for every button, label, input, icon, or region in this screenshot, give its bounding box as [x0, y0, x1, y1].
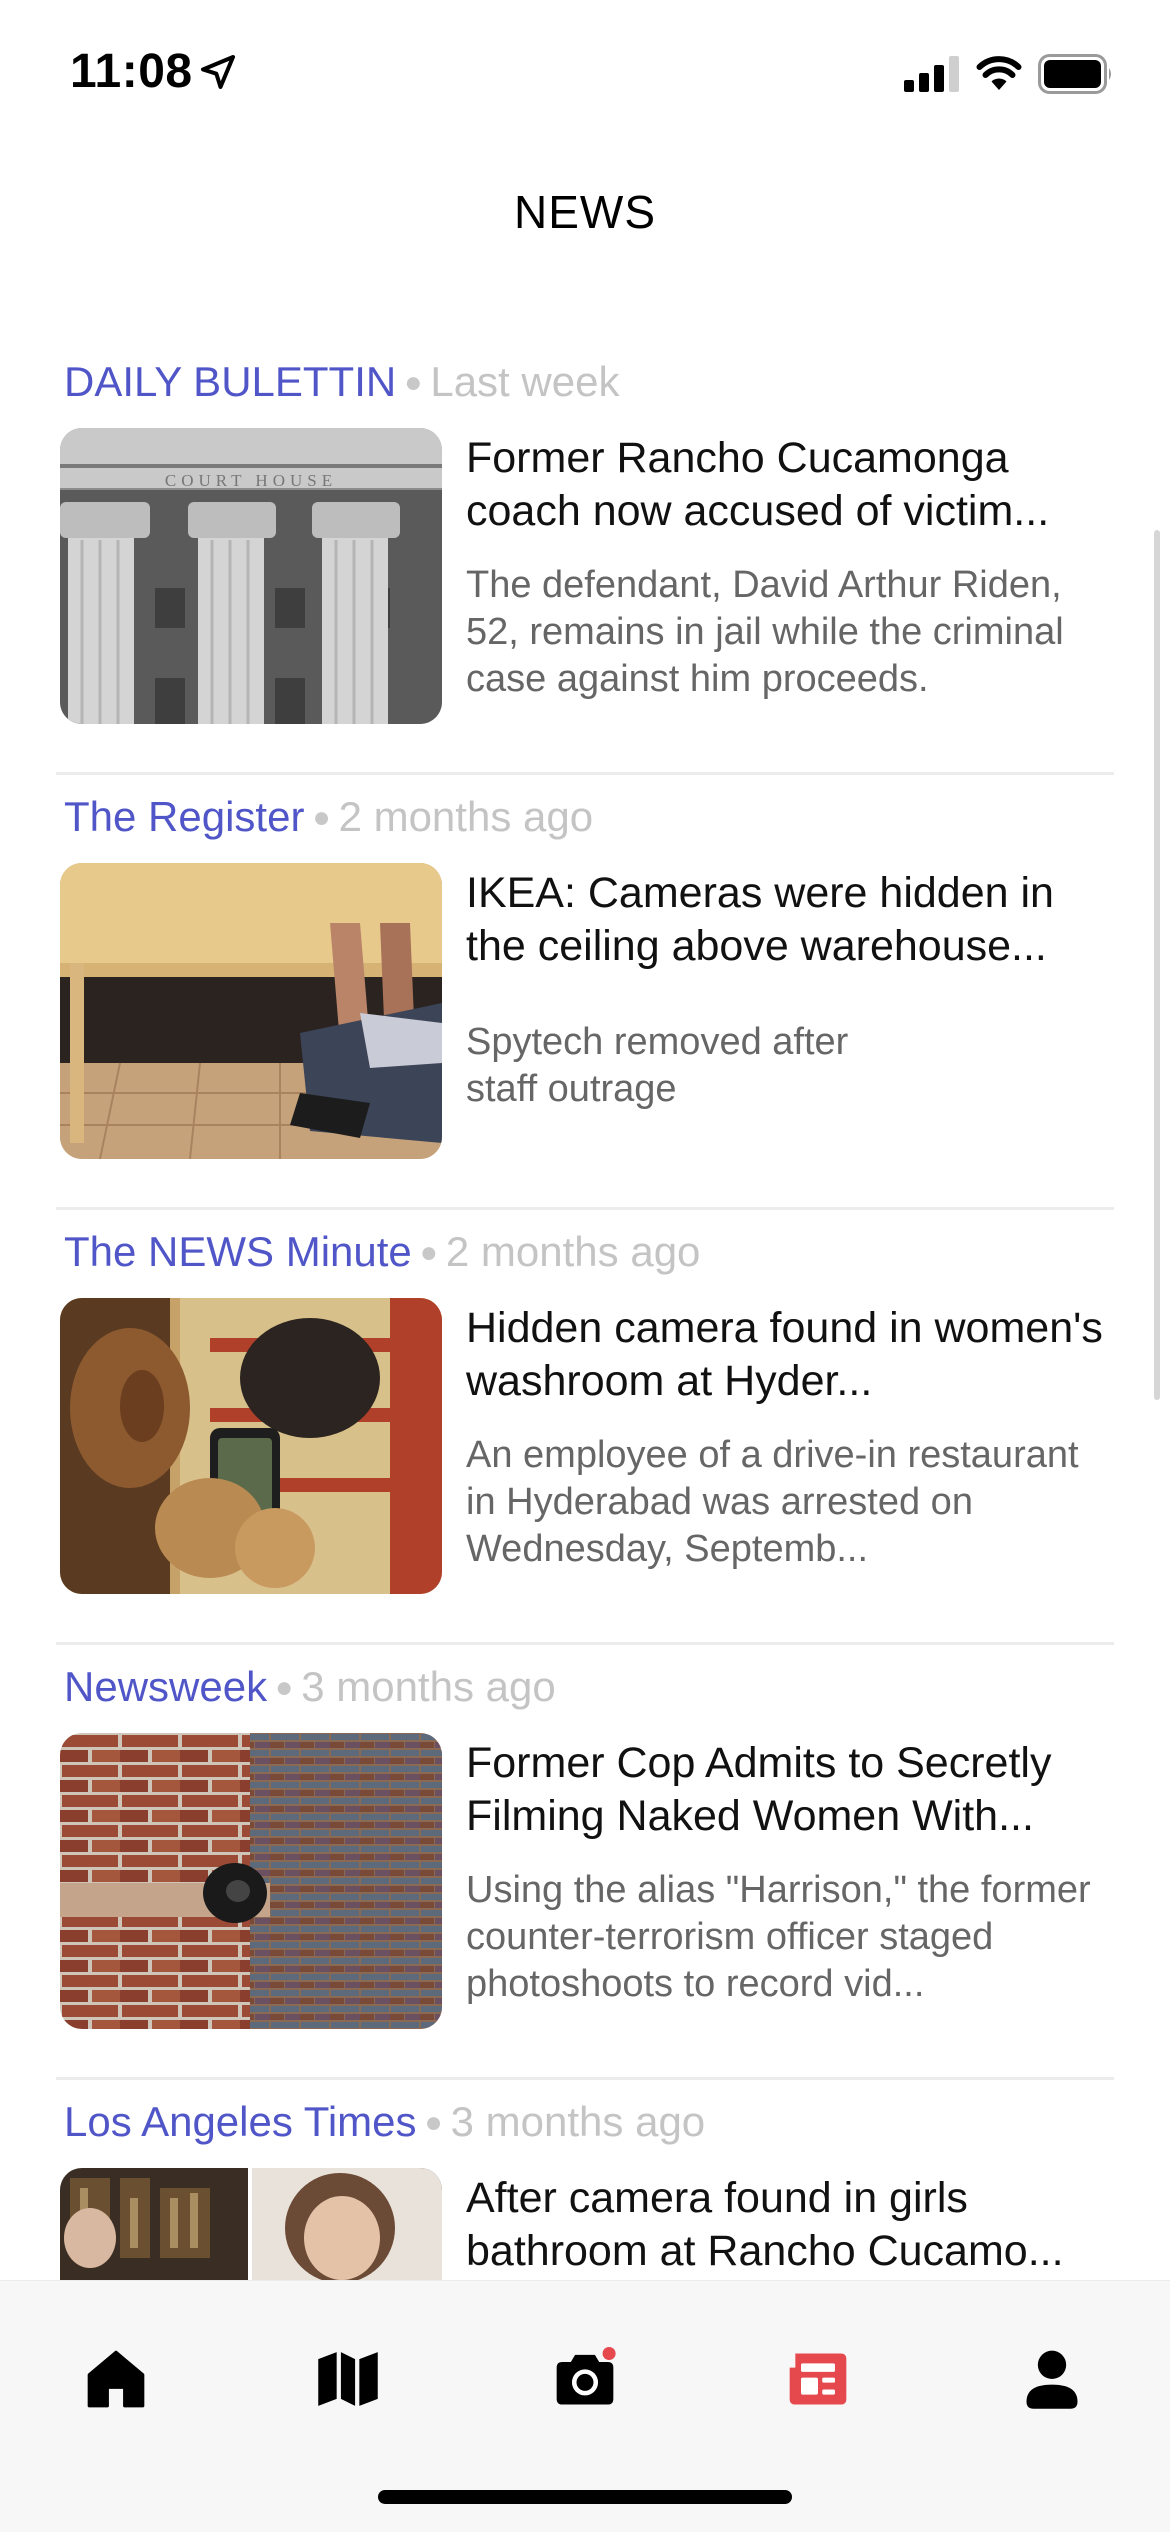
page-title: NEWS [514, 186, 656, 238]
phone-camera-photo [60, 1298, 442, 1594]
article-time: Last week [430, 358, 620, 405]
meta-separator: ● [419, 1236, 438, 1269]
news-article[interactable]: The NEWS Minute ● 2 months ago Hidden ca… [0, 1210, 1170, 1645]
meta-separator: ● [312, 801, 331, 834]
status-time: 11:08 [70, 45, 193, 98]
article-headline[interactable]: Hidden camera found in women's washroom … [466, 1302, 1116, 1408]
article-meta: Newsweek ● 3 months ago [64, 1663, 556, 1711]
home-indicator[interactable] [378, 2490, 792, 2504]
news-feed[interactable]: DAILY BULETTIN ● Last week COURT HOUSE F… [0, 340, 1170, 2280]
tab-map[interactable] [298, 2329, 398, 2429]
article-meta: DAILY BULETTIN ● Last week [64, 358, 619, 406]
news-article[interactable]: The Register ● 2 months ago IKEA: Camera… [0, 775, 1170, 1210]
article-time: 2 months ago [445, 1228, 701, 1275]
tab-profile[interactable] [1002, 2329, 1102, 2429]
tab-home[interactable] [66, 2329, 166, 2429]
article-summary: An employee of a drive-in restaurant in … [466, 1434, 1079, 1570]
article-source: The NEWS Minute [64, 1228, 412, 1275]
article-headline[interactable]: Former Cop Admits to Secretly Filming Na… [466, 1737, 1116, 1843]
notification-badge [602, 2346, 616, 2361]
camera-icon [556, 2346, 616, 2405]
courthouse-caption: COURT HOUSE [165, 471, 337, 490]
tab-news[interactable] [768, 2329, 868, 2429]
article-headline[interactable]: Former Rancho Cucamonga coach now accuse… [466, 432, 1116, 538]
courthouse-photo: COURT HOUSE [60, 428, 442, 724]
article-meta: The Register ● 2 months ago [64, 793, 593, 841]
wifi-icon [976, 56, 1022, 90]
meta-separator: ● [404, 366, 423, 399]
person-icon [1026, 2350, 1078, 2409]
article-meta: Los Angeles Times ● 3 months ago [64, 2098, 705, 2146]
article-source: Los Angeles Times [64, 2098, 417, 2145]
news-screen: 11:08 NEWS DAILY BULETTIN ● Last week CO… [0, 0, 1170, 2532]
article-summary: The defendant, David Arthur Riden, 52, r… [466, 564, 1064, 700]
article-meta: The NEWS Minute ● 2 months ago [64, 1228, 700, 1276]
article-headline[interactable]: IKEA: Cameras were hidden in the ceiling… [466, 867, 1116, 973]
meta-separator: ● [275, 1671, 294, 1704]
stall-photo [60, 863, 442, 1159]
newspaper-icon [789, 2353, 847, 2405]
article-thumbnail[interactable] [60, 2168, 442, 2280]
article-time: 2 months ago [338, 793, 594, 840]
article-thumbnail[interactable] [60, 863, 442, 1159]
article-thumbnail[interactable] [60, 1298, 442, 1594]
brick-wall-camera-photo [60, 1733, 442, 2029]
meta-separator: ● [424, 2106, 443, 2139]
scroll-indicator[interactable] [1154, 530, 1160, 1400]
article-source: Newsweek [64, 1663, 268, 1710]
home-icon [87, 2350, 145, 2408]
news-article[interactable]: Newsweek ● 3 months ago Former Cop Admit… [0, 1645, 1170, 2080]
news-article[interactable]: DAILY BULETTIN ● Last week COURT HOUSE F… [0, 340, 1170, 775]
video-call-photo [60, 2168, 442, 2280]
article-summary: Spytech removed after staff outrage [466, 1021, 849, 1110]
map-icon [318, 2352, 378, 2406]
article-summary: Using the alias "Harrison," the former c… [466, 1869, 1091, 2005]
article-thumbnail[interactable]: COURT HOUSE [60, 428, 442, 724]
status-bar: 11:08 [0, 0, 1170, 150]
news-article[interactable]: Los Angeles Times ● 3 months ago After cam… [0, 2080, 1170, 2280]
article-source: The Register [64, 793, 305, 840]
article-source: DAILY BULETTIN [64, 358, 397, 405]
battery-icon [1038, 54, 1111, 94]
tab-camera[interactable] [535, 2329, 635, 2429]
article-time: 3 months ago [301, 1663, 556, 1710]
article-time: 3 months ago [450, 2098, 706, 2145]
location-arrow-icon [201, 55, 235, 89]
cellular-signal-icon [904, 56, 959, 92]
article-thumbnail[interactable] [60, 1733, 442, 2029]
article-headline[interactable]: After camera found in girls bathroom at … [466, 2172, 1116, 2278]
